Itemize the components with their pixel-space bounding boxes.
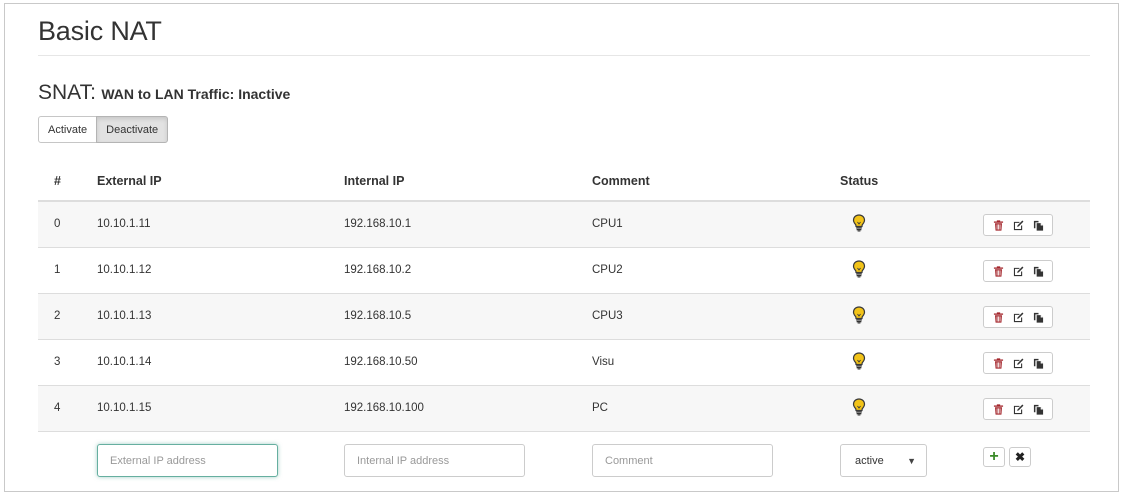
activate-button[interactable]: Activate <box>38 116 98 143</box>
title-divider <box>38 55 1090 56</box>
header-internal-ip: Internal IP <box>344 174 405 188</box>
row-index: 4 <box>54 402 61 414</box>
row-external-ip: 10.10.1.12 <box>97 264 152 276</box>
row-comment: Visu <box>592 356 615 368</box>
new-entry-row: active ▼ + ✖ <box>38 432 1090 492</box>
row-index: 3 <box>54 356 61 368</box>
plus-icon: + <box>989 448 999 465</box>
nat-table: # External IP Internal IP Comment Status… <box>38 160 1090 492</box>
row-internal-ip: 192.168.10.50 <box>344 356 418 368</box>
row-comment: PC <box>592 402 608 414</box>
table-row: 1 10.10.1.12 192.168.10.2 CPU2 <box>38 248 1090 294</box>
trash-icon[interactable] <box>991 310 1005 324</box>
row-index: 0 <box>54 218 61 230</box>
row-internal-ip: 192.168.10.5 <box>344 310 412 322</box>
row-index: 1 <box>54 264 61 276</box>
lightbulb-icon <box>852 306 866 324</box>
copy-icon[interactable] <box>1031 356 1045 370</box>
copy-icon[interactable] <box>1031 218 1045 232</box>
external-ip-input[interactable] <box>97 444 278 477</box>
add-entry-button[interactable]: + <box>983 447 1005 467</box>
copy-icon[interactable] <box>1031 310 1045 324</box>
row-comment: CPU3 <box>592 310 623 322</box>
chevron-down-icon: ▼ <box>907 455 916 466</box>
row-index: 2 <box>54 310 61 322</box>
cancel-entry-button[interactable]: ✖ <box>1009 447 1031 467</box>
row-actions <box>983 306 1053 328</box>
row-external-ip: 10.10.1.13 <box>97 310 152 322</box>
row-actions <box>983 260 1053 282</box>
edit-icon[interactable] <box>1011 402 1025 416</box>
lightbulb-icon <box>852 352 866 370</box>
trash-icon[interactable] <box>991 402 1005 416</box>
row-actions <box>983 398 1053 420</box>
table-row: 3 10.10.1.14 192.168.10.50 Visu <box>38 340 1090 386</box>
table-row: 0 10.10.1.11 192.168.10.1 CPU1 <box>38 202 1090 248</box>
row-internal-ip: 192.168.10.1 <box>344 218 412 230</box>
edit-icon[interactable] <box>1011 218 1025 232</box>
edit-icon[interactable] <box>1011 264 1025 278</box>
row-external-ip: 10.10.1.15 <box>97 402 152 414</box>
snat-status-text: WAN to LAN Traffic: Inactive <box>101 86 291 102</box>
status-select[interactable]: active ▼ <box>840 444 927 477</box>
lightbulb-icon <box>852 260 866 278</box>
trash-icon[interactable] <box>991 264 1005 278</box>
snat-toggle-group: Activate Deactivate <box>38 116 169 143</box>
row-internal-ip: 192.168.10.2 <box>344 264 412 276</box>
header-index: # <box>54 174 61 188</box>
lightbulb-icon <box>852 214 866 232</box>
lightbulb-icon <box>852 398 866 416</box>
snat-heading: SNAT: WAN to LAN Traffic: Inactive <box>38 81 290 105</box>
status-select-value: active <box>855 454 884 467</box>
header-status: Status <box>840 174 879 188</box>
edit-icon[interactable] <box>1011 310 1025 324</box>
trash-icon[interactable] <box>991 218 1005 232</box>
row-comment: CPU1 <box>592 218 623 230</box>
copy-icon[interactable] <box>1031 264 1045 278</box>
table-header: # External IP Internal IP Comment Status <box>38 160 1090 202</box>
edit-icon[interactable] <box>1011 356 1025 370</box>
page-title: Basic NAT <box>38 16 162 46</box>
row-internal-ip: 192.168.10.100 <box>344 402 424 414</box>
row-external-ip: 10.10.1.11 <box>97 218 151 230</box>
comment-input[interactable] <box>592 444 773 477</box>
internal-ip-input[interactable] <box>344 444 525 477</box>
table-row: 2 10.10.1.13 192.168.10.5 CPU3 <box>38 294 1090 340</box>
row-actions <box>983 352 1053 374</box>
row-actions <box>983 214 1053 236</box>
table-row: 4 10.10.1.15 192.168.10.100 PC <box>38 386 1090 432</box>
row-external-ip: 10.10.1.14 <box>97 356 152 368</box>
header-external-ip: External IP <box>97 174 162 188</box>
close-icon: ✖ <box>1014 450 1026 464</box>
row-comment: CPU2 <box>592 264 623 276</box>
nat-panel: Basic NAT SNAT: WAN to LAN Traffic: Inac… <box>4 3 1119 492</box>
snat-label: SNAT: <box>38 81 96 104</box>
trash-icon[interactable] <box>991 356 1005 370</box>
deactivate-button[interactable]: Deactivate <box>96 116 169 143</box>
copy-icon[interactable] <box>1031 402 1045 416</box>
header-comment: Comment <box>592 174 650 188</box>
